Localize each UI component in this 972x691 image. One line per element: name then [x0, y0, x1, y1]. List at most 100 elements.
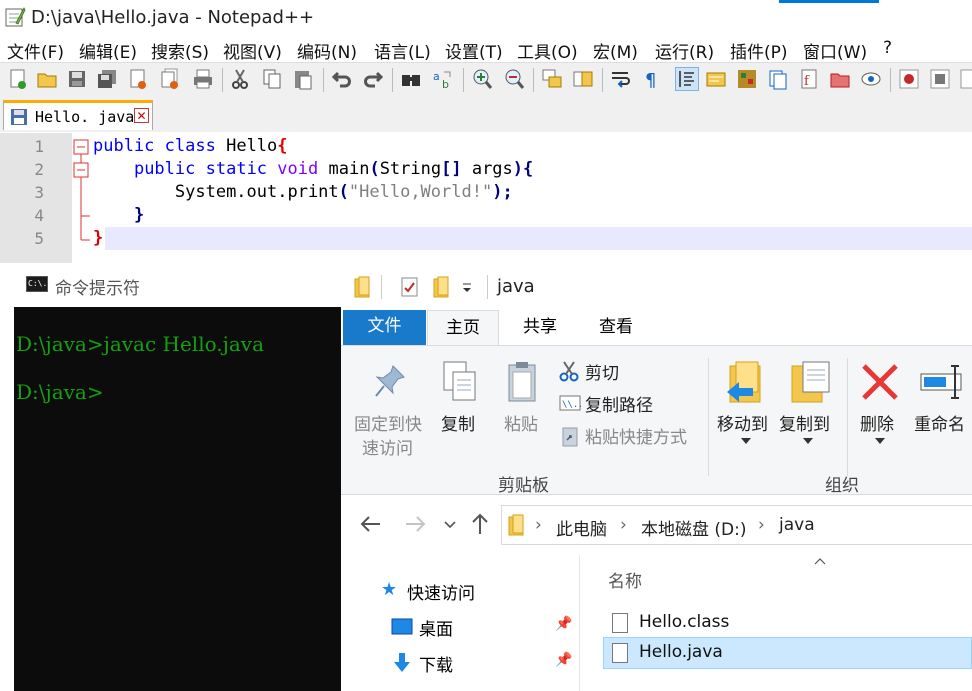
- menu-run[interactable]: 运行(R): [655, 38, 714, 63]
- cmd-title: 命令提示符: [55, 279, 140, 299]
- show-all-chars-icon[interactable]: ¶: [641, 68, 663, 90]
- tab-hello-java[interactable]: Hello. java ✕: [3, 100, 153, 130]
- indent-guide-icon[interactable]: [675, 67, 699, 91]
- copy-to-button[interactable]: 复制到: [777, 358, 837, 458]
- move-to-button[interactable]: 移动到: [715, 358, 775, 458]
- new-folder-icon[interactable]: [433, 276, 451, 298]
- cmd-title-bar: C:\. 命令提示符: [14, 263, 344, 307]
- menu-settings[interactable]: 设置(T): [445, 38, 503, 63]
- file-icon: [612, 613, 628, 633]
- stop-macro-icon[interactable]: [929, 68, 951, 90]
- function-list-icon[interactable]: f: [798, 68, 820, 90]
- record-macro-icon[interactable]: [898, 68, 920, 90]
- address-box[interactable]: › 此电脑 › 本地磁盘 (D:) › java: [501, 505, 972, 545]
- back-arrow-icon[interactable]: [359, 515, 381, 533]
- up-arrow-icon[interactable]: [471, 513, 489, 535]
- brace: {: [277, 136, 288, 156]
- zoom-in-icon[interactable]: [471, 68, 493, 90]
- find-icon[interactable]: [400, 68, 422, 90]
- menu-file[interactable]: 文件(F): [7, 38, 64, 63]
- menu-macro[interactable]: 宏(M): [593, 38, 638, 63]
- toolbar-separator: [602, 68, 603, 92]
- delete-button[interactable]: 删除: [855, 358, 905, 458]
- nav-desktop[interactable]: 桌面 📌: [391, 613, 577, 641]
- rename-label: 重命名: [914, 415, 965, 435]
- menu-window[interactable]: 窗口(W): [803, 38, 867, 63]
- cut-button[interactable]: 剪切: [557, 358, 647, 384]
- cmd-icon: C:\.: [26, 276, 48, 292]
- document-map-icon[interactable]: [736, 68, 758, 90]
- recent-locations-icon[interactable]: [444, 521, 456, 529]
- cut-icon[interactable]: [229, 68, 251, 90]
- download-arrow-icon: [394, 653, 410, 672]
- properties-icon[interactable]: [400, 276, 420, 298]
- delete-dropdown-icon: [875, 438, 885, 444]
- cmd-window[interactable]: C:\. 命令提示符 D:\java>javac Hello.java D:\j…: [14, 263, 344, 691]
- identifier: System.out.print: [174, 182, 339, 202]
- menu-language[interactable]: 语言(L): [374, 38, 431, 63]
- file-name: Hello.class: [639, 612, 730, 632]
- copy-path-label: 复制路径: [585, 396, 653, 416]
- breadcrumb-java[interactable]: java: [779, 515, 815, 535]
- tab-home[interactable]: 主页: [427, 310, 499, 346]
- close-all-icon[interactable]: [159, 68, 181, 90]
- word-wrap-icon[interactable]: [610, 68, 632, 90]
- folder-workspace-icon[interactable]: [829, 68, 851, 90]
- cmd-prompt-line[interactable]: D:\java>: [16, 380, 104, 404]
- sync-horizontal-icon[interactable]: [572, 68, 594, 90]
- monitoring-eye-icon[interactable]: [860, 68, 882, 90]
- menu-tools[interactable]: 工具(O): [517, 38, 578, 63]
- identifier: main: [318, 159, 370, 179]
- copy-path-icon: \\..: [559, 395, 581, 411]
- paste-shortcut-button[interactable]: 粘贴快捷方式: [557, 422, 717, 448]
- tab-close-icon[interactable]: ✕: [134, 108, 149, 123]
- zoom-out-icon[interactable]: [503, 68, 525, 90]
- paste-shortcut-icon: [562, 427, 578, 447]
- explorer-title-bar: java: [341, 263, 972, 310]
- paste-button[interactable]: 粘贴: [497, 358, 547, 438]
- tab-share[interactable]: 共享: [523, 310, 557, 344]
- rename-icon: [920, 365, 962, 399]
- pin-quick-access-button[interactable]: 固定到快 速访问: [351, 358, 429, 459]
- breadcrumb-folder-icon: [508, 514, 524, 536]
- keyword: void: [277, 159, 319, 179]
- new-file-icon[interactable]: [7, 68, 29, 90]
- code-editor[interactable]: 1 2 3 4 5 public class Hello{ public sta…: [0, 133, 972, 263]
- undo-icon[interactable]: [331, 68, 353, 90]
- copy-button[interactable]: 复制: [435, 358, 485, 438]
- copy-icon[interactable]: [261, 68, 283, 90]
- tab-view[interactable]: 查看: [599, 310, 633, 344]
- menu-help[interactable]: ?: [883, 38, 892, 58]
- file-item-selected-row[interactable]: Hello.java: [603, 637, 972, 669]
- redo-icon[interactable]: [362, 68, 384, 90]
- column-header-name[interactable]: 名称: [608, 567, 642, 592]
- sync-vertical-icon[interactable]: [541, 68, 563, 90]
- open-file-icon[interactable]: [36, 68, 58, 90]
- ribbon-tabs: 文件 主页 共享 查看: [341, 310, 972, 346]
- breadcrumb-drive-d[interactable]: 本地磁盘 (D:): [641, 515, 747, 540]
- file-item[interactable]: Hello.class: [604, 608, 972, 640]
- close-file-icon[interactable]: [127, 68, 149, 90]
- play-macro-icon[interactable]: [959, 68, 972, 90]
- paste-icon[interactable]: [292, 68, 314, 90]
- copy-path-button[interactable]: \\.. 复制路径: [557, 390, 697, 416]
- rename-button[interactable]: 重命名: [911, 358, 972, 458]
- user-language-icon[interactable]: [705, 68, 727, 90]
- menu-search[interactable]: 搜索(S): [151, 38, 209, 63]
- menu-edit[interactable]: 编辑(E): [79, 38, 137, 63]
- menu-view[interactable]: 视图(V): [223, 38, 282, 63]
- menu-plugins[interactable]: 插件(P): [730, 38, 788, 63]
- explorer-window: java 文件 主页 共享 查看 固定到快 速访问 复制 粘贴 剪切 \\..: [341, 263, 972, 691]
- save-all-icon[interactable]: [96, 68, 118, 90]
- qat-dropdown-icon[interactable]: [461, 281, 473, 295]
- breadcrumb-this-pc[interactable]: 此电脑: [556, 515, 607, 540]
- print-icon[interactable]: [192, 68, 214, 90]
- replace-icon[interactable]: ab: [432, 68, 454, 90]
- save-icon[interactable]: [66, 68, 88, 90]
- document-list-icon[interactable]: [767, 68, 789, 90]
- nav-downloads[interactable]: 下载 📌: [391, 649, 577, 677]
- forward-arrow-icon[interactable]: [405, 515, 427, 533]
- nav-quick-access[interactable]: ★ 快速访问: [381, 577, 571, 605]
- tab-file[interactable]: 文件: [343, 310, 426, 345]
- menu-encoding[interactable]: 编码(N): [297, 38, 357, 63]
